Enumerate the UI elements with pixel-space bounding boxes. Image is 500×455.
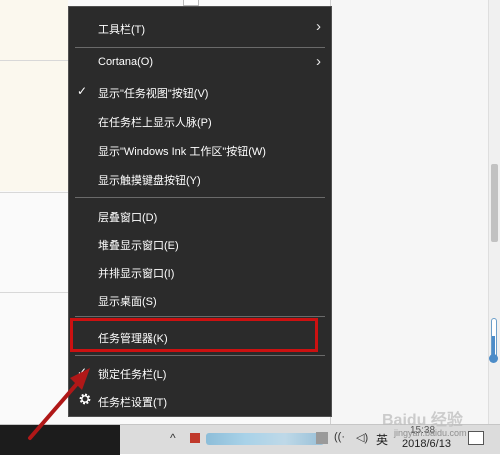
menu-item-show-task-view-button[interactable]: ✓ 显示"任务视图"按钮(V) xyxy=(69,79,331,105)
menu-separator xyxy=(75,47,325,48)
menu-item-label: 显示"任务视图"按钮(V) xyxy=(98,88,209,100)
highlight-box xyxy=(70,318,318,352)
menu-separator xyxy=(75,197,325,198)
menu-item-label: 任务栏设置(T) xyxy=(98,397,168,409)
scrollbar-thumb[interactable] xyxy=(491,164,498,242)
divider xyxy=(0,292,68,293)
notification-icon[interactable] xyxy=(468,431,484,445)
menu-item-label: 并排显示窗口(I) xyxy=(98,268,175,280)
tray-app-icon[interactable] xyxy=(316,432,328,444)
menu-item-show-desktop[interactable]: 显示桌面(S) xyxy=(69,287,331,313)
menu-item-show-windows-ink[interactable]: 显示"Windows Ink 工作区"按钮(W) xyxy=(69,137,331,163)
menu-item-label: 堆叠显示窗口(E) xyxy=(98,240,179,252)
check-icon: ✓ xyxy=(77,84,88,98)
blurred-tray-icons xyxy=(206,433,324,445)
input-language-indicator[interactable]: 英 xyxy=(376,431,388,448)
watermark: Baidu 经验 xyxy=(382,412,463,429)
menu-separator xyxy=(75,316,325,317)
menu-item-cortana[interactable]: Cortana(O) › xyxy=(69,50,331,76)
taskbar-context-menu: 工具栏(T) › Cortana(O) › ✓ 显示"任务视图"按钮(V) 在任… xyxy=(68,6,332,417)
background-right-panel xyxy=(330,0,488,424)
gear-icon xyxy=(79,393,91,405)
menu-item-taskbar-settings[interactable]: 任务栏设置(T) xyxy=(69,388,331,414)
chevron-right-icon: › xyxy=(316,18,321,35)
menu-item-show-touch-keyboard[interactable]: 显示触摸键盘按钮(Y) xyxy=(69,166,331,192)
wifi-icon[interactable]: ((· xyxy=(334,431,345,443)
menu-separator xyxy=(75,355,325,356)
menu-item-label: 在任务栏上显示人脉(P) xyxy=(98,117,212,129)
menu-item-toolbars[interactable]: 工具栏(T) › xyxy=(69,15,331,41)
taskbar-start-area[interactable] xyxy=(0,425,120,455)
chevron-up-icon[interactable]: ^ xyxy=(170,431,176,445)
clock-date[interactable]: 2018/6/13 xyxy=(402,438,451,450)
menu-item-label: 层叠窗口(D) xyxy=(98,212,158,224)
check-icon: ✓ xyxy=(77,365,88,379)
speaker-icon[interactable]: ◁) xyxy=(356,431,368,444)
menu-item-cascade-windows[interactable]: 层叠窗口(D) xyxy=(69,203,331,229)
thermometer-icon xyxy=(489,318,498,364)
menu-item-stack-windows[interactable]: 堆叠显示窗口(E) xyxy=(69,231,331,257)
menu-item-side-by-side[interactable]: 并排显示窗口(I) xyxy=(69,259,331,285)
chevron-right-icon: › xyxy=(316,53,321,70)
menu-item-label: 工具栏(T) xyxy=(98,24,146,36)
menu-item-label: 锁定任务栏(L) xyxy=(98,369,167,381)
menu-item-lock-taskbar[interactable]: ✓ 锁定任务栏(L) xyxy=(69,360,331,386)
menu-item-show-people[interactable]: 在任务栏上显示人脉(P) xyxy=(69,108,331,134)
menu-item-label: 显示桌面(S) xyxy=(98,296,157,308)
tray-app-icon[interactable] xyxy=(190,433,200,443)
menu-item-label: 显示"Windows Ink 工作区"按钮(W) xyxy=(98,146,266,158)
menu-item-label: Cortana(O) xyxy=(98,56,154,68)
watermark-url: jingyan.baidu.com xyxy=(394,428,467,438)
divider xyxy=(0,192,68,193)
menu-item-label: 显示触摸键盘按钮(Y) xyxy=(98,175,201,187)
background-panel xyxy=(0,61,68,191)
background-panel xyxy=(0,0,68,60)
